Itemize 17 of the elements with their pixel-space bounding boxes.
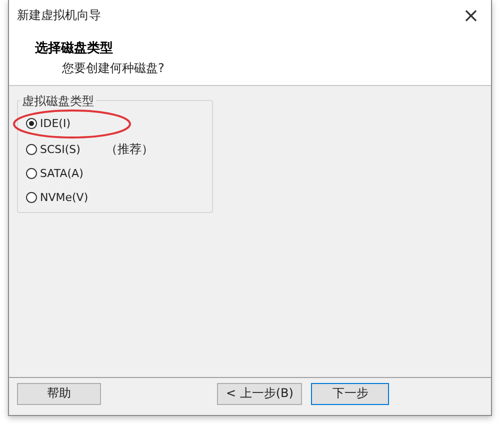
radio-label[interactable]: SATA(A) xyxy=(40,166,84,180)
radio-button[interactable] xyxy=(26,192,37,202)
radio-button[interactable] xyxy=(26,144,37,154)
help-button[interactable]: 帮助 xyxy=(17,382,101,404)
radio-label[interactable]: IDE(I) xyxy=(40,116,70,130)
group-label: 虚拟磁盘类型 xyxy=(20,93,96,110)
next-button[interactable]: 下一步 xyxy=(311,382,390,404)
back-button[interactable]: < 上一步(B) xyxy=(217,382,302,404)
window-title: 新建虚拟机向导 xyxy=(17,6,101,24)
page-subtitle: 您要创建何种磁盘? xyxy=(62,60,166,77)
close-button[interactable]: × xyxy=(451,0,491,30)
radio-button[interactable] xyxy=(26,118,37,128)
radio-label[interactable]: NVMe(V) xyxy=(40,190,88,204)
recommended-note: （推荐） xyxy=(105,140,154,158)
page-title: 选择磁盘类型 xyxy=(35,40,114,57)
radio-label[interactable]: SCSI(S) xyxy=(40,142,80,156)
radio-button[interactable] xyxy=(26,168,37,178)
